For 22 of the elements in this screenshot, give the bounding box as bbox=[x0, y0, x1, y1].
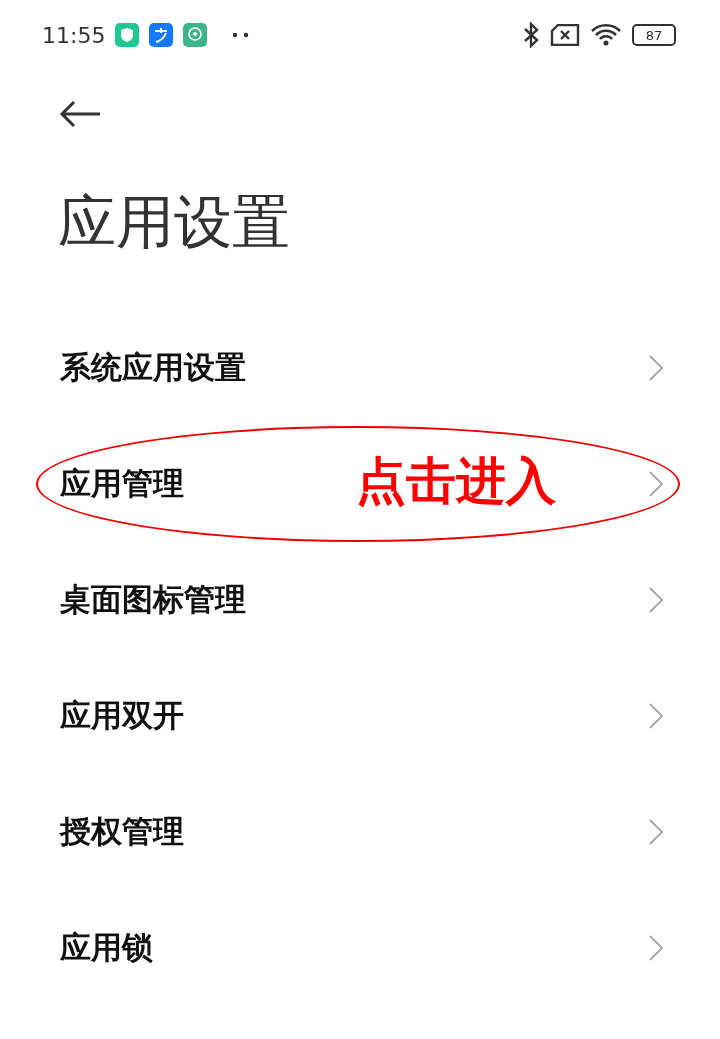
battery-indicator: 87 bbox=[632, 24, 676, 46]
settings-row[interactable]: 授权管理 bbox=[0, 774, 720, 890]
no-sim-icon bbox=[550, 24, 580, 46]
chevron-icon bbox=[648, 934, 664, 962]
annotation-text: 点击进入 bbox=[356, 451, 556, 512]
broadcast-app-icon bbox=[183, 23, 208, 47]
bluetooth-icon bbox=[522, 22, 540, 48]
settings-row[interactable]: 应用锁 bbox=[0, 890, 720, 1006]
chevron-icon bbox=[648, 470, 664, 498]
chevron-icon bbox=[648, 586, 664, 614]
status-time: 11:55 bbox=[42, 22, 106, 48]
settings-row[interactable]: 桌面图标管理 bbox=[0, 542, 720, 658]
wifi-icon bbox=[590, 23, 622, 47]
chevron-icon bbox=[648, 702, 664, 730]
chevron-icon bbox=[648, 354, 664, 382]
settings-row[interactable]: 系统应用设置 bbox=[0, 310, 720, 426]
chevron-icon bbox=[648, 818, 664, 846]
payment-app-icon bbox=[149, 23, 174, 47]
settings-row[interactable]: 应用双开 bbox=[0, 658, 720, 774]
settings-row[interactable]: 应用管理 点击进入 bbox=[0, 426, 720, 542]
page-title: 应用设置 bbox=[58, 187, 291, 258]
shield-app-icon bbox=[115, 23, 140, 47]
